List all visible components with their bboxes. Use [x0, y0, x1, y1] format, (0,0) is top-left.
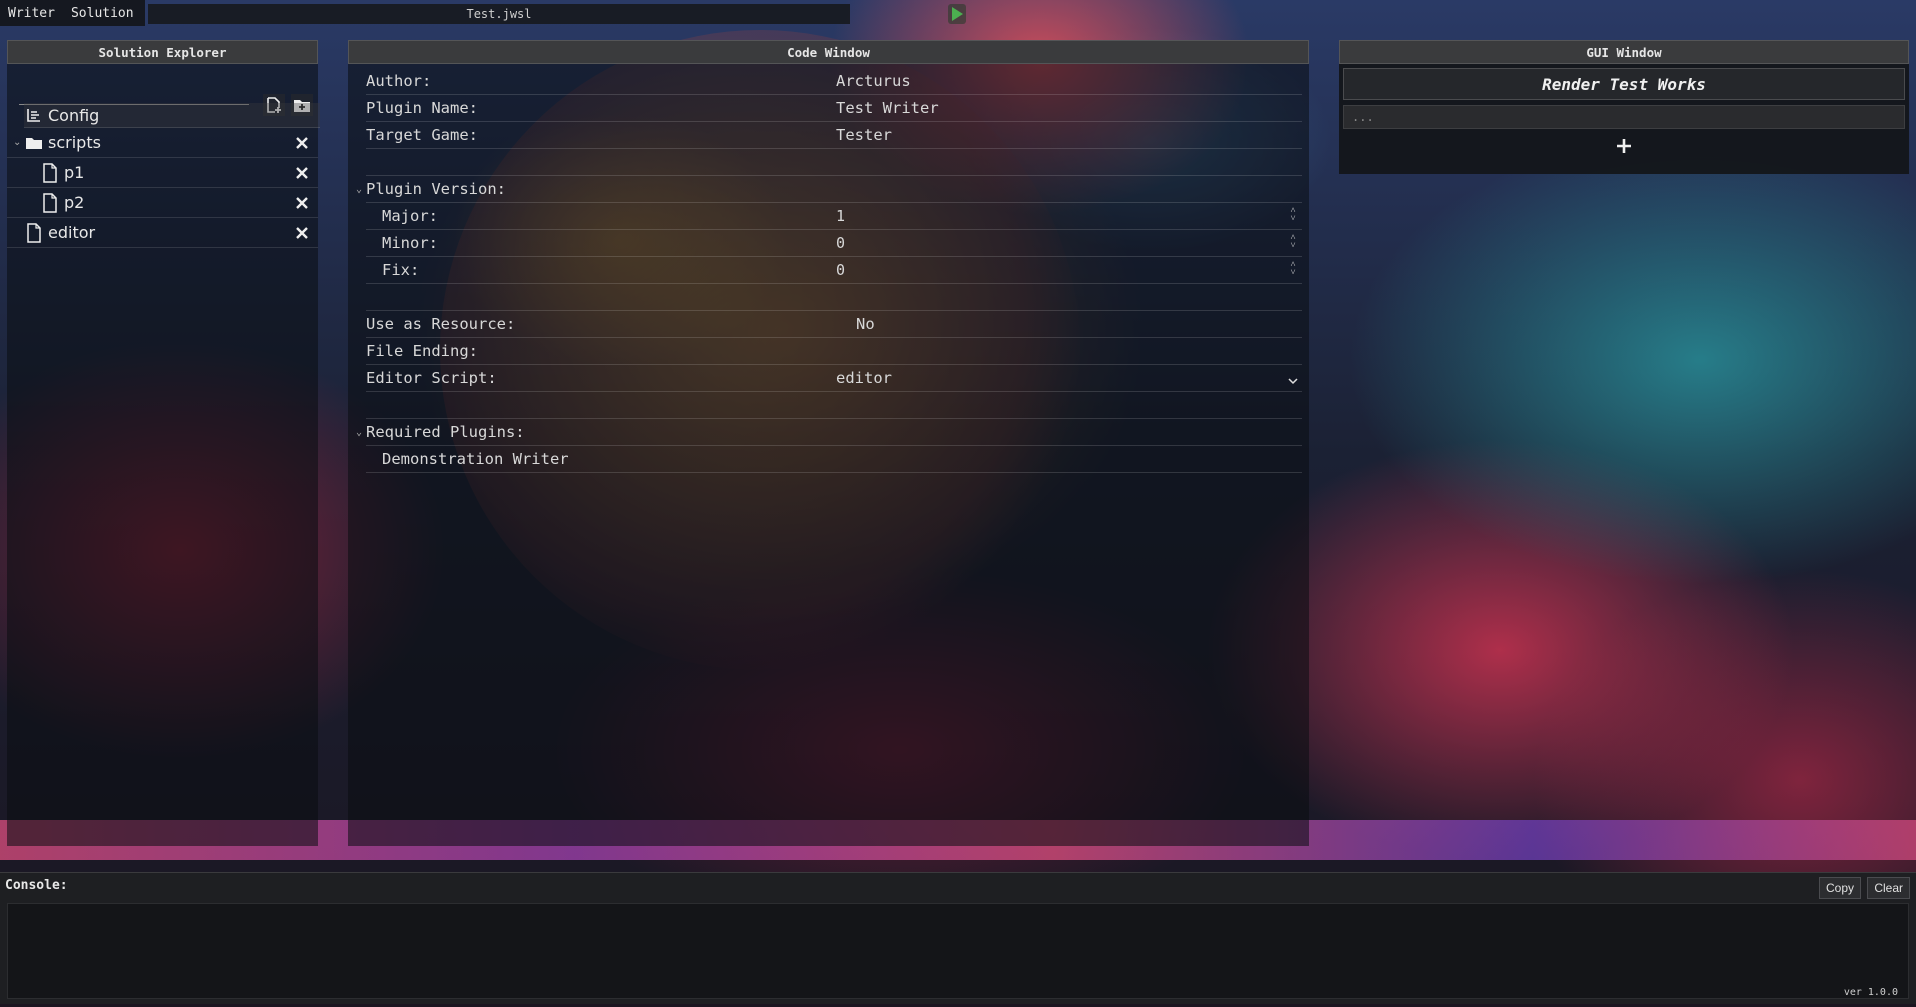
menu-solution[interactable]: Solution	[71, 6, 134, 21]
minor-stepper[interactable]: 0	[836, 234, 1302, 252]
add-button[interactable]	[1611, 133, 1637, 159]
play-icon	[948, 4, 966, 24]
code-window-panel: Code Window Author: Arcturus Plugin Name…	[348, 40, 1309, 846]
console-output[interactable]	[7, 903, 1909, 999]
gui-window-header: GUI Window	[1339, 40, 1909, 64]
major-stepper[interactable]: 1	[836, 207, 1302, 225]
stepper-arrows-icon[interactable]: ˄ ˅	[1288, 234, 1298, 251]
plugin-config-form: Author: Arcturus Plugin Name: Test Write…	[356, 68, 1302, 473]
chevron-down-icon[interactable]: ⌄	[356, 184, 362, 195]
gui-window-panel: GUI Window Render Test Works ...	[1339, 40, 1909, 174]
stepper-arrows-icon[interactable]: ˄ ˅	[1288, 261, 1298, 278]
version-label: ver 1.0.0	[1843, 987, 1898, 998]
solution-tree: Config ⌄ scripts p1 p2 editor	[7, 103, 320, 248]
use-as-resource-label: Use as Resource:	[366, 315, 516, 333]
console-panel: Console: Copy Clear ver 1.0.0	[0, 872, 1916, 1004]
spacer-row	[366, 284, 1302, 311]
folder-icon	[24, 132, 44, 154]
use-as-resource-row: Use as Resource: No	[366, 311, 1302, 338]
author-row: Author: Arcturus	[366, 68, 1302, 95]
file-ending-label: File Ending:	[366, 342, 478, 360]
gui-window-body: Render Test Works ...	[1339, 64, 1909, 174]
config-icon	[24, 104, 44, 126]
spacer-row	[366, 149, 1302, 176]
clear-button[interactable]: Clear	[1867, 877, 1910, 899]
tree-item-label: p2	[64, 193, 85, 212]
major-row: Major: 1 ˄ ˅	[366, 203, 1302, 230]
gui-text-input[interactable]: ...	[1343, 105, 1905, 129]
minor-label: Minor:	[382, 234, 438, 252]
required-plugins-label: Required Plugins:	[366, 423, 525, 441]
major-label: Major:	[382, 207, 438, 225]
plugin-version-group[interactable]: ⌄ Plugin Version:	[356, 176, 1302, 203]
solution-explorer-toolbar	[7, 64, 318, 116]
author-field[interactable]: Arcturus	[836, 72, 1302, 90]
file-icon	[24, 222, 44, 244]
required-plugin-label: Demonstration Writer	[382, 450, 569, 468]
target-game-field[interactable]: Tester	[836, 126, 1302, 144]
chevron-down-icon[interactable]	[1288, 371, 1298, 389]
editor-script-row: Editor Script: editor	[366, 365, 1302, 392]
plugin-version-label: Plugin Version:	[366, 180, 506, 198]
required-plugin-item[interactable]: Demonstration Writer	[366, 446, 1302, 473]
run-button[interactable]	[944, 2, 970, 26]
plus-icon	[1617, 139, 1631, 153]
tree-item-config[interactable]: Config	[24, 103, 320, 128]
stepper-arrows-icon[interactable]: ˄ ˅	[1288, 207, 1298, 224]
tree-item-scripts[interactable]: ⌄ scripts	[7, 128, 318, 158]
minor-row: Minor: 0 ˄ ˅	[366, 230, 1302, 257]
use-as-resource-toggle[interactable]: No	[836, 315, 1302, 333]
chevron-down-icon[interactable]: ⌄	[13, 137, 21, 148]
tree-item-label: p1	[64, 163, 85, 182]
fix-label: Fix:	[382, 261, 420, 279]
menu-bar: Writer Solution	[0, 0, 145, 26]
tree-item-p1[interactable]: p1	[7, 158, 318, 188]
close-icon[interactable]	[294, 195, 310, 211]
spacer-row	[366, 392, 1302, 419]
editor-script-label: Editor Script:	[366, 369, 497, 387]
editor-script-select[interactable]: editor	[836, 369, 1302, 387]
required-plugins-group[interactable]: ⌄ Required Plugins:	[356, 419, 1302, 446]
gui-render-title: Render Test Works	[1343, 68, 1905, 100]
copy-button[interactable]: Copy	[1818, 877, 1861, 899]
solution-explorer-header: Solution Explorer	[7, 40, 318, 64]
plugin-name-label: Plugin Name:	[366, 99, 478, 117]
tree-item-p2[interactable]: p2	[7, 188, 318, 218]
plugin-name-row: Plugin Name: Test Writer	[366, 95, 1302, 122]
target-game-row: Target Game: Tester	[366, 122, 1302, 149]
close-icon[interactable]	[294, 135, 310, 151]
file-icon	[40, 162, 60, 184]
target-game-label: Target Game:	[366, 126, 478, 144]
tree-item-label: editor	[48, 223, 96, 242]
close-icon[interactable]	[294, 225, 310, 241]
menu-writer[interactable]: Writer	[8, 6, 55, 21]
tree-item-label: scripts	[48, 133, 101, 152]
tree-item-label: Config	[48, 105, 100, 125]
chevron-down-icon[interactable]: ⌄	[356, 427, 362, 438]
file-ending-row: File Ending:	[366, 338, 1302, 365]
plugin-name-field[interactable]: Test Writer	[836, 99, 1302, 117]
fix-stepper[interactable]: 0	[836, 261, 1302, 279]
author-label: Author:	[366, 72, 432, 90]
close-icon[interactable]	[294, 165, 310, 181]
tree-item-editor[interactable]: editor	[7, 218, 318, 248]
code-window-header: Code Window	[348, 40, 1309, 64]
fix-row: Fix: 0 ˄ ˅	[366, 257, 1302, 284]
file-icon	[40, 192, 60, 214]
window-title: Test.jwsl	[148, 4, 850, 24]
solution-explorer-panel: Solution Explorer Config ⌄ scripts p1 p2…	[7, 40, 320, 846]
console-label: Console:	[5, 878, 68, 893]
